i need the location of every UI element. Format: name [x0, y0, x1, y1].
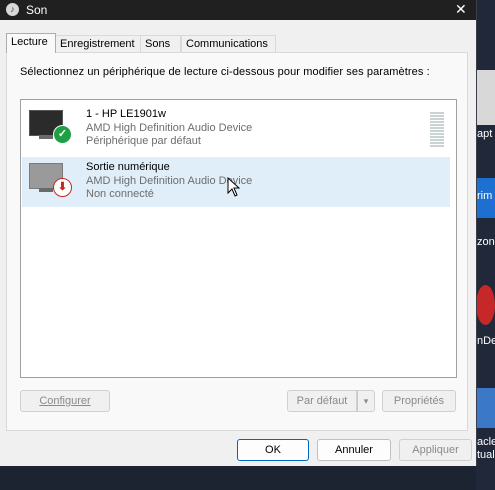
set-default-button[interactable]: Par défaut	[287, 390, 357, 412]
desktop-icon-label-1: apt	[477, 128, 493, 140]
down-arrow-icon: ⬇	[53, 178, 72, 197]
desktop-icon-label-4: nDe	[477, 335, 495, 347]
desktop-icon-1[interactable]	[476, 70, 495, 125]
cancel-button[interactable]: Annuler	[317, 439, 391, 461]
device-status: Non connecté	[86, 188, 154, 200]
tab-lecture[interactable]: Lecture	[6, 33, 56, 53]
desktop-icon-label-2: rim vid	[477, 190, 495, 202]
window-title: Son	[26, 3, 48, 17]
volume-level-meter	[430, 112, 444, 152]
mouse-cursor-icon	[227, 177, 241, 197]
desktop-icon-label-5: acle tual	[477, 436, 495, 461]
device-name: Sortie numérique	[86, 161, 170, 173]
desktop-icon-label-3: zon p fo	[477, 236, 495, 248]
configure-button-label: Configurer	[39, 395, 91, 407]
title-bar[interactable]: ♪ Son ✕	[0, 0, 476, 20]
check-icon: ✓	[53, 125, 72, 144]
device-list[interactable]: ✓ 1 - HP LE1901w AMD High Definition Aud…	[20, 99, 457, 378]
device-item-hp[interactable]: ✓ 1 - HP LE1901w AMD High Definition Aud…	[22, 104, 450, 154]
ok-button[interactable]: OK	[237, 439, 309, 461]
desktop-icon-3[interactable]	[476, 285, 495, 325]
tab-sons[interactable]: Sons	[140, 35, 181, 52]
device-driver: AMD High Definition Audio Device	[86, 122, 253, 134]
tab-communications[interactable]: Communications	[181, 35, 276, 52]
device-status: Périphérique par défaut	[86, 135, 201, 147]
instruction-text: Sélectionnez un périphérique de lecture …	[20, 66, 430, 78]
chevron-down-icon[interactable]: ▾	[357, 390, 375, 412]
tab-enregistrement[interactable]: Enregistrement	[55, 35, 143, 52]
sound-dialog: ♪ Son ✕ Lecture Enregistrement Sons Comm…	[0, 0, 477, 466]
apply-button[interactable]: Appliquer	[399, 439, 472, 461]
configure-button[interactable]: Configurer	[20, 390, 110, 412]
speaker-icon: ♪	[6, 3, 19, 16]
desktop-icon-4[interactable]	[476, 388, 495, 428]
device-name: 1 - HP LE1901w	[86, 108, 166, 120]
properties-button[interactable]: Propriétés	[382, 390, 456, 412]
close-icon[interactable]: ✕	[455, 1, 467, 18]
